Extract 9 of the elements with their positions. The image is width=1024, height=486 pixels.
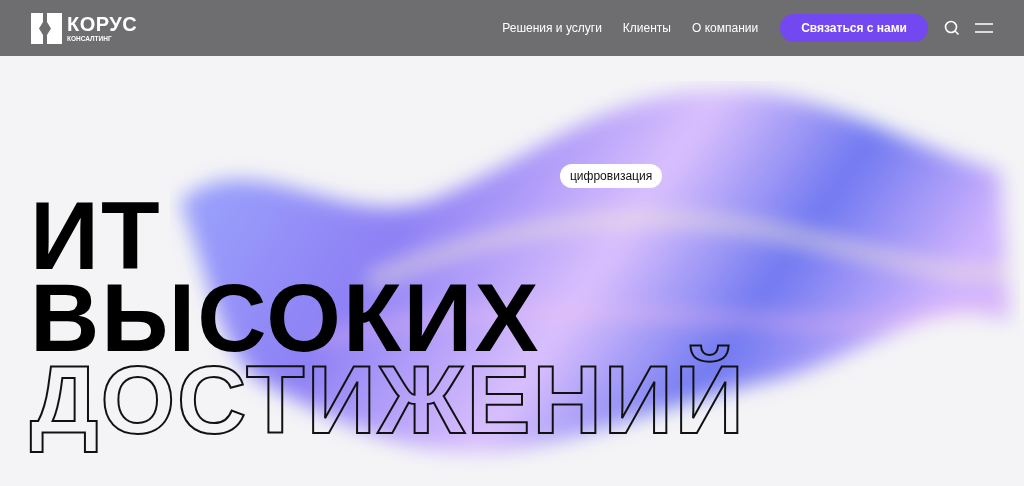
- nav-link[interactable]: Решения и услуги: [502, 19, 602, 37]
- search-icon[interactable]: [944, 20, 960, 36]
- menu-icon[interactable]: [975, 23, 993, 33]
- logo-name: КОРУС: [67, 13, 138, 34]
- nav-link[interactable]: Клиенты: [622, 19, 671, 37]
- tag-label: цифровизация: [560, 164, 663, 188]
- nav-link[interactable]: О компании: [692, 19, 759, 37]
- logo-icon: [31, 12, 62, 44]
- contact-button[interactable]: Связаться с нами: [780, 14, 928, 42]
